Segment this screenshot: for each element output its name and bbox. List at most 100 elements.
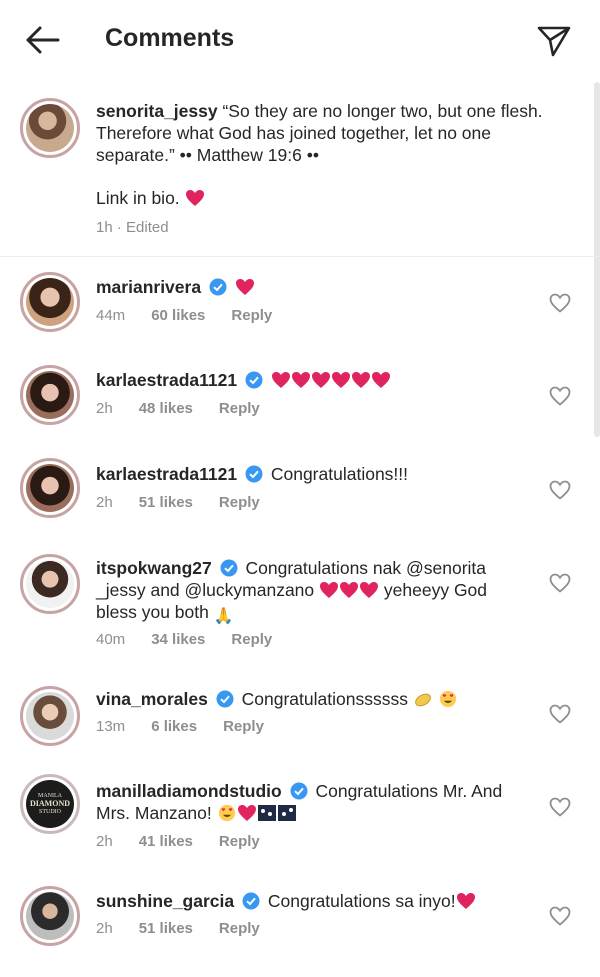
red-heart-icon: [320, 582, 339, 598]
red-heart-icon: [360, 582, 379, 598]
comment-time: 40m: [96, 631, 126, 648]
likes-count[interactable]: 48 likes: [139, 400, 193, 417]
heart-outline-icon[interactable]: [549, 480, 571, 500]
verified-badge-icon: [209, 278, 227, 296]
reply-button[interactable]: Reply: [223, 718, 264, 735]
comment-text: marianrivera: [96, 276, 526, 298]
comment-meta: 2h 51 likes Reply: [96, 494, 260, 511]
comment-username[interactable]: sunshine_garcia: [96, 891, 234, 911]
heart-outline-icon[interactable]: [549, 704, 571, 724]
comment-username[interactable]: marianrivera: [96, 277, 201, 297]
avatar[interactable]: MANILA DIAMOND STUDIO: [20, 774, 80, 834]
comment-text: manilladiamondstudio Congratulations Mr.…: [96, 780, 526, 824]
caption-link: Link in bio.: [96, 188, 205, 209]
avatar[interactable]: [20, 458, 80, 518]
sparkles-night-icon: [257, 805, 276, 821]
red-heart-icon: [235, 279, 254, 295]
comment-meta: 13m 6 likes Reply: [96, 718, 264, 735]
comment-time: 44m: [96, 307, 126, 324]
likes-count[interactable]: 51 likes: [139, 920, 193, 937]
comment-text: sunshine_garcia Congratulations sa inyo!: [96, 890, 526, 912]
likes-count[interactable]: 6 likes: [151, 718, 197, 735]
comment-username[interactable]: manilladiamondstudio: [96, 781, 282, 801]
verified-badge-icon: [216, 690, 234, 708]
verified-badge-icon: [220, 559, 238, 577]
comment-text: karlaestrada1121 Congratulations!!!: [96, 463, 526, 485]
comment-username[interactable]: karlaestrada1121: [96, 370, 237, 390]
red-heart-icon: [371, 372, 390, 388]
comment-time: 2h: [96, 833, 113, 850]
avatar[interactable]: [20, 554, 80, 614]
comment-body: Congratulations!!!: [270, 464, 409, 484]
reply-button[interactable]: Reply: [219, 920, 260, 937]
red-heart-icon: [237, 805, 256, 821]
heart-eyes-emoji-icon: [439, 690, 456, 708]
comment-body: Congratulations sa inyo!: [267, 891, 456, 911]
likes-count[interactable]: 34 likes: [151, 631, 205, 648]
heart-outline-icon[interactable]: [549, 293, 571, 313]
sparkles-night-icon: [277, 805, 296, 821]
heart-outline-icon[interactable]: [549, 797, 571, 817]
comment-meta: 2h 51 likes Reply: [96, 920, 260, 937]
praying-hands-icon: 🙏: [213, 608, 234, 625]
avatar[interactable]: [20, 272, 80, 332]
avatar[interactable]: [20, 886, 80, 946]
reply-button[interactable]: Reply: [231, 307, 272, 324]
comment-body: Congratulationssssss: [241, 689, 408, 709]
reply-button[interactable]: Reply: [231, 631, 272, 648]
heart-outline-icon[interactable]: [549, 906, 571, 926]
page-title: Comments: [105, 24, 235, 52]
back-arrow-icon[interactable]: [22, 24, 62, 56]
clapping-hands-icon: [414, 693, 431, 707]
caption-text: senorita_jessy “So they are no longer tw…: [96, 100, 556, 166]
heart-eyes-emoji-icon: [218, 804, 235, 822]
comment-text: karlaestrada1121: [96, 369, 526, 391]
avatar[interactable]: [20, 686, 80, 746]
comment-time: 13m: [96, 718, 126, 735]
red-heart-icon: [311, 372, 330, 388]
verified-badge-icon: [245, 371, 263, 389]
comment-meta: 44m 60 likes Reply: [96, 307, 272, 324]
red-heart-icon: [271, 372, 290, 388]
red-heart-icon: [456, 893, 475, 909]
comment-username[interactable]: itspokwang27: [96, 558, 212, 578]
heart-outline-icon[interactable]: [549, 386, 571, 406]
comment-text: vina_morales Congratulationssssss: [96, 688, 526, 710]
direct-send-icon[interactable]: [536, 24, 572, 58]
comment-meta: 2h 48 likes Reply: [96, 400, 260, 417]
comment-meta: 40m 34 likes Reply: [96, 631, 272, 648]
likes-count[interactable]: 60 likes: [151, 307, 205, 324]
caption-time: 1h: [96, 219, 113, 236]
red-heart-icon: [185, 190, 204, 206]
likes-count[interactable]: 41 likes: [139, 833, 193, 850]
comment-meta: 2h 41 likes Reply: [96, 833, 260, 850]
reply-button[interactable]: Reply: [219, 400, 260, 417]
heart-outline-icon[interactable]: [549, 573, 571, 593]
red-heart-icon: [331, 372, 350, 388]
caption-meta: 1h · Edited: [96, 219, 169, 236]
brand-logo-line: DIAMOND: [30, 799, 70, 808]
red-heart-icon: [351, 372, 370, 388]
scrollbar[interactable]: [594, 82, 600, 437]
header: Comments: [0, 0, 600, 80]
divider: [0, 256, 600, 257]
avatar[interactable]: [20, 98, 80, 158]
avatar[interactable]: [20, 365, 80, 425]
red-heart-icon: [340, 582, 359, 598]
verified-badge-icon: [242, 892, 260, 910]
likes-count[interactable]: 51 likes: [139, 494, 193, 511]
caption-edited: · Edited: [116, 219, 169, 236]
reply-button[interactable]: Reply: [219, 494, 260, 511]
red-heart-icon: [291, 372, 310, 388]
verified-badge-icon: [245, 465, 263, 483]
comment-username[interactable]: karlaestrada1121: [96, 464, 237, 484]
brand-logo: MANILA DIAMOND STUDIO: [26, 780, 74, 828]
caption-username[interactable]: senorita_jessy: [96, 101, 218, 121]
link-in-bio-text: Link in bio.: [96, 188, 180, 208]
reply-button[interactable]: Reply: [219, 833, 260, 850]
brand-logo-line: STUDIO: [39, 809, 61, 815]
comment-time: 2h: [96, 920, 113, 937]
comment-username[interactable]: vina_morales: [96, 689, 208, 709]
comment-time: 2h: [96, 400, 113, 417]
comment-text: itspokwang27 Congratulations nak @senori…: [96, 557, 526, 628]
